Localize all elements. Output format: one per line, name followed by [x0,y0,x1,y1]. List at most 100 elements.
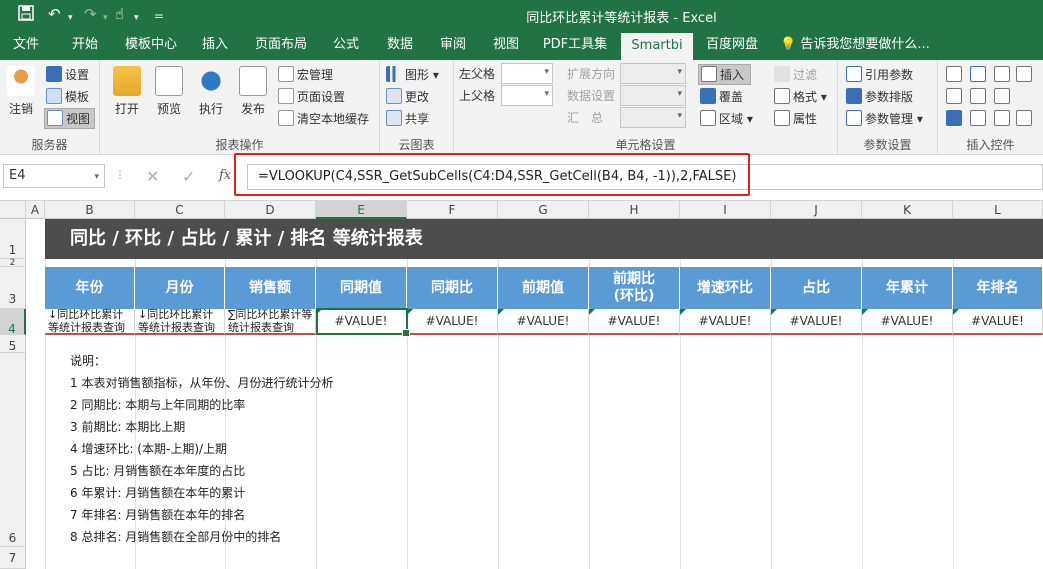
tab-smartbi[interactable]: Smartbi [621,33,693,60]
clear-cache-button[interactable]: 清空本地缓存 [278,110,369,127]
macro-manager-button[interactable]: 宏管理 [278,66,333,83]
tab-file[interactable]: 文件 [6,30,46,60]
row-header-5[interactable]: 5 [0,335,26,353]
tab-page-layout[interactable]: 页面布局 [250,30,312,60]
cell-k4[interactable]: #VALUE! [862,309,953,335]
note-line: 8 总排名: 月销售额在全部月份中的排名 [70,530,282,544]
tab-data[interactable]: 数据 [380,30,420,60]
top-parent-dropdown[interactable] [501,85,553,106]
tab-home[interactable]: 开始 [62,30,108,60]
publish-button[interactable]: 发布 [236,66,270,117]
cell-l4-value: #VALUE! [971,314,1024,328]
share-button[interactable]: 共享 [386,110,429,127]
column-header-k[interactable]: K [862,201,953,219]
column-header-h[interactable]: H [589,201,680,219]
execute-button[interactable]: 执行 [194,66,228,117]
column-header-c[interactable]: C [135,201,225,219]
page-setup-button[interactable]: 页面设置 [278,88,345,105]
summary-dropdown[interactable] [620,107,686,128]
area-button[interactable]: 区域 ▾ [700,110,753,127]
date-control-icon[interactable] [946,88,962,104]
column-header-l[interactable]: L [953,201,1043,219]
cell-l4[interactable]: #VALUE! [953,309,1043,335]
preview-label: 预览 [156,102,181,116]
column-header-e[interactable]: E [316,201,407,219]
data-settings-dropdown[interactable] [620,85,686,106]
filter-button[interactable]: 过滤 [774,66,817,83]
grid-control-icon[interactable] [970,88,986,104]
list-control-icon[interactable] [1016,66,1032,82]
tab-view[interactable]: 视图 [486,30,526,60]
user-icon [7,66,35,96]
tab-review[interactable]: 审阅 [433,30,473,60]
tab-formulas[interactable]: 公式 [326,30,366,60]
select-all-corner[interactable] [0,201,26,219]
image-control-icon[interactable] [1016,110,1032,126]
filter-icon [774,66,790,82]
textbox-control-icon[interactable] [994,66,1010,82]
cell-f4[interactable]: #VALUE! [407,309,498,335]
tab-pdf-tools[interactable]: PDF工具集 [540,30,610,60]
cancel-formula-button[interactable]: ✕ [146,167,159,186]
label-control-icon[interactable] [946,66,962,82]
row-header-1[interactable]: 1 [0,219,26,259]
tell-me-search[interactable]: 💡 告诉我您想要做什么... [780,30,930,60]
row-header-7[interactable]: 7 [0,547,26,569]
insert-rows-icon [701,66,717,82]
chart-button[interactable]: 图形 ▾ [386,66,439,83]
link-control-icon[interactable] [994,110,1010,126]
formula-input[interactable]: =VLOOKUP(C4,SSR_GetSubCells(C4:D4,SSR_Ge… [247,164,1043,190]
left-parent-dropdown[interactable] [501,63,553,84]
tab-baidu-netdisk[interactable]: 百度网盘 [702,30,762,60]
format-button[interactable]: 格式 ▾ [774,88,827,105]
row-header-6[interactable]: 6 [0,353,26,547]
preview-button[interactable]: 预览 [152,66,186,117]
param-layout-button[interactable]: 参数排版 [846,88,913,105]
cell-c4[interactable]: ↓同比环比累计等统计报表查询 [135,309,225,335]
column-header-a[interactable]: A [26,201,45,219]
settings-button[interactable]: 设置 [46,66,89,83]
macro-icon [278,66,294,82]
view-toggle-button[interactable]: 视图 [44,108,96,129]
dropdown-control-icon[interactable] [970,66,986,82]
cell-i4[interactable]: #VALUE! [680,309,771,335]
summary-label: 汇 总 [567,111,604,125]
column-header-g[interactable]: G [498,201,589,219]
cell-b4[interactable]: ↓同比环比累计等统计报表查询 [45,309,135,335]
cell-g4[interactable]: #VALUE! [498,309,589,335]
cell-h4[interactable]: #VALUE! [589,309,680,335]
open-button[interactable]: 打开 [110,66,144,117]
column-header-b[interactable]: B [45,201,135,219]
active-cell-selection[interactable] [316,308,410,337]
cell-d4[interactable]: ∑同比环比累计等统计报表查询 [225,309,316,335]
checkbox-control-icon[interactable] [946,110,962,126]
table-control-icon[interactable] [994,88,1010,104]
update-button[interactable]: 更改 [386,88,429,105]
insert-mode-button[interactable]: 插入 [698,64,752,85]
group-server: 注销 设置 模板 视图 服务器 [0,60,100,155]
expand-direction-dropdown[interactable] [620,63,686,84]
format-icon [774,88,790,104]
reference-param-button[interactable]: 引用参数 [846,66,913,83]
group-insert-controls: 插入控件 [938,60,1043,155]
logout-button[interactable]: 注销 [4,66,38,117]
overwrite-button[interactable]: 覆盖 [700,88,743,105]
error-indicator-icon [589,309,595,315]
column-header-i[interactable]: I [680,201,771,219]
tab-insert[interactable]: 插入 [196,30,234,60]
name-box[interactable]: E4 [3,164,105,188]
param-manage-button[interactable]: 参数管理 ▾ [846,110,923,127]
row-header-4[interactable]: 4 [0,309,26,336]
tab-template-center[interactable]: 模板中心 [120,30,182,60]
template-button[interactable]: 模板 [46,88,89,105]
column-header-f[interactable]: F [407,201,498,219]
cell-j4[interactable]: #VALUE! [771,309,862,335]
column-header-j[interactable]: J [771,201,862,219]
enter-formula-button[interactable]: ✓ [182,167,195,186]
row-header-3[interactable]: 3 [0,267,26,309]
radio-control-icon[interactable] [970,110,986,126]
property-button[interactable]: 属性 [774,110,817,127]
column-header-d[interactable]: D [225,201,316,219]
insert-function-button[interactable]: fx [219,168,231,183]
row-header-2[interactable]: 2 [0,259,26,268]
